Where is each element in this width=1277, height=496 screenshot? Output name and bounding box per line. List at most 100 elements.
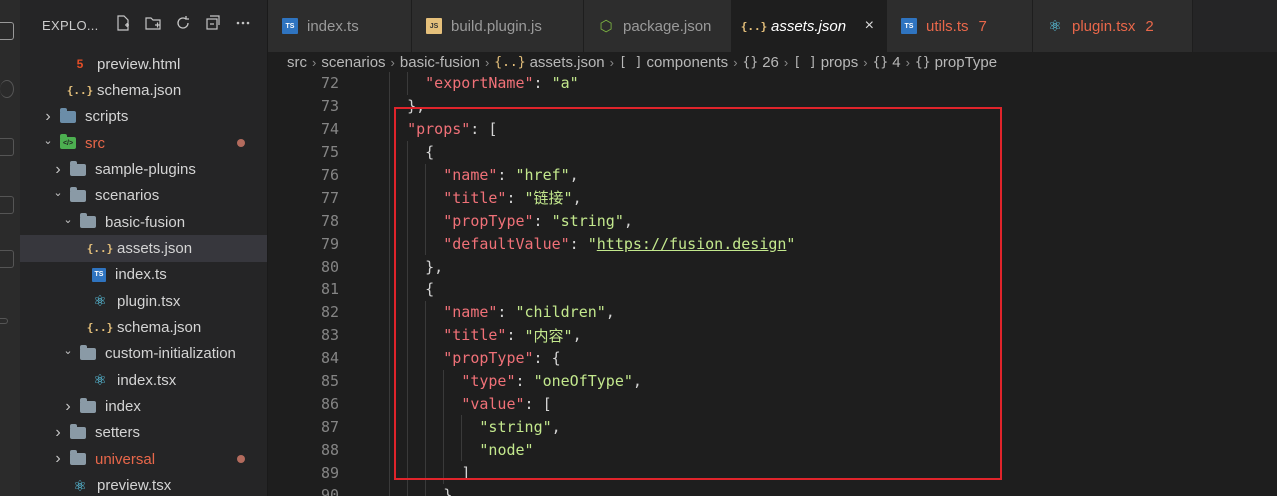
file-item[interactable]: {..} schema.json — [20, 77, 267, 103]
folder-item[interactable]: › sample-plugins — [20, 156, 267, 182]
chevron-right-icon[interactable]: › — [52, 424, 64, 442]
chevron-down-icon[interactable]: ⌄ — [42, 134, 54, 147]
code-line[interactable]: 85 "type": "oneOfType", — [268, 369, 1277, 393]
new-file-icon[interactable] — [114, 14, 132, 32]
file-label: scenarios — [95, 187, 160, 205]
code-line[interactable]: 74 "props": [ — [268, 117, 1277, 141]
file-item[interactable]: 5 preview.html — [20, 51, 267, 77]
breadcrumb-item[interactable]: props — [821, 54, 859, 71]
source-control-activity-icon[interactable] — [0, 138, 14, 156]
tab-index-ts[interactable]: TS index.ts — [268, 0, 412, 52]
code-line[interactable]: 87 "string", — [268, 415, 1277, 439]
code-line[interactable]: 90} — [268, 484, 1277, 496]
code-line[interactable]: 78 "propType": "string", — [268, 209, 1277, 233]
breadcrumb-item[interactable]: basic-fusion — [400, 54, 480, 71]
indent-guide — [389, 484, 390, 496]
indent-guide — [389, 72, 390, 95]
code-editor[interactable]: 72 "exportName": "a" 73}, 74 "props": [75{76… — [268, 72, 1277, 496]
file-item[interactable]: {..} assets.json — [20, 235, 267, 262]
folder-item[interactable]: ⌄ </> src — [20, 130, 267, 156]
file-item[interactable]: ⚛ index.tsx — [20, 367, 267, 393]
folder-icon — [80, 213, 96, 229]
folder-item[interactable]: ⌄ custom-initialization — [20, 341, 267, 367]
folder-item[interactable]: › setters — [20, 420, 267, 446]
code-line[interactable]: 88 "node" — [268, 438, 1277, 462]
tab-package-json[interactable]: ⬡ package.json — [584, 0, 732, 52]
breadcrumb-item[interactable]: assets.json — [530, 54, 605, 71]
code-token: : { — [533, 349, 561, 368]
indent-guide — [407, 300, 409, 324]
new-folder-icon[interactable] — [144, 14, 162, 32]
more-icon[interactable] — [234, 14, 252, 32]
code-line[interactable]: 77 "title": "链接", — [268, 186, 1277, 210]
chevron-right-icon[interactable]: › — [52, 450, 64, 468]
code-token: "exportName" — [425, 74, 534, 93]
line-number: 75 — [320, 143, 339, 162]
tab-assets-json[interactable]: {..} assets.json × — [732, 0, 887, 52]
code-line[interactable]: 75 { — [268, 140, 1277, 164]
tab-utils-ts[interactable]: TS utils.ts 7 — [887, 0, 1033, 52]
code-token: "propType" — [443, 349, 534, 368]
folder-item[interactable]: ⌄ basic-fusion — [20, 209, 267, 235]
breadcrumb-item[interactable]: scenarios — [321, 54, 385, 71]
file-item[interactable]: {..} schema.json — [20, 314, 267, 340]
activity-bar — [0, 0, 20, 496]
code-line[interactable]: 82 "name": "children", — [268, 300, 1277, 324]
file-label: plugin.tsx — [117, 292, 181, 310]
breadcrumb-item[interactable]: propType — [935, 54, 998, 71]
collapse-icon[interactable] — [204, 14, 222, 32]
remote-activity-icon[interactable] — [0, 318, 8, 324]
tab-plugin-tsx[interactable]: ⚛ plugin.tsx 2 — [1033, 0, 1193, 52]
indent-guide — [407, 438, 409, 462]
breadcrumb-item[interactable]: 4 — [892, 54, 900, 71]
chevron-down-icon[interactable]: ⌄ — [62, 213, 74, 226]
code-line[interactable]: 81 { — [268, 278, 1277, 301]
folder-icon — [70, 450, 86, 466]
code-text: "title": "链接", — [443, 186, 581, 209]
js-icon: JS — [426, 18, 442, 34]
code-token: "name" — [443, 303, 498, 322]
code-line[interactable]: 72 "exportName": "a" — [268, 72, 1277, 95]
code-line[interactable]: 80}, — [268, 255, 1277, 279]
chevron-right-icon[interactable]: › — [62, 398, 74, 416]
object-icon: {} — [742, 54, 759, 70]
folder-item[interactable]: ⌄ scenarios — [20, 183, 267, 209]
file-item[interactable]: ⚛ preview.tsx — [20, 473, 267, 496]
extensions-activity-icon[interactable] — [0, 250, 14, 268]
folder-item[interactable]: › index — [20, 393, 267, 419]
ts-icon: TS — [901, 18, 917, 34]
code-token: " — [587, 234, 597, 253]
code-text: "node" — [479, 438, 533, 461]
file-label: schema.json — [117, 319, 202, 337]
code-token: "string" — [551, 211, 624, 230]
breadcrumb-item[interactable]: src — [287, 54, 307, 71]
folder-item[interactable]: › universal — [20, 446, 267, 472]
chevron-right-icon[interactable]: › — [42, 108, 54, 126]
tab-build-plugin-js[interactable]: JS build.plugin.js — [412, 0, 584, 52]
breadcrumb-item[interactable]: 26 — [762, 54, 779, 71]
search-activity-icon[interactable] — [0, 80, 14, 98]
file-item[interactable]: TS index.ts — [20, 262, 267, 288]
chevron-down-icon[interactable]: ⌄ — [52, 186, 64, 199]
refresh-icon[interactable] — [174, 14, 192, 32]
code-line[interactable]: 86 "value": [ — [268, 392, 1277, 416]
file-item[interactable]: ⚛ plugin.tsx — [20, 288, 267, 314]
run-debug-activity-icon[interactable] — [0, 196, 14, 214]
close-icon[interactable]: × — [865, 17, 874, 35]
code-line[interactable]: 84 "propType": { — [268, 346, 1277, 370]
breadcrumb-item[interactable]: components — [646, 54, 728, 71]
chevron-down-icon[interactable]: ⌄ — [62, 344, 74, 357]
code-line[interactable]: 79 "defaultValue": " https://fusion.design… — [268, 232, 1277, 256]
code-line[interactable]: 89] — [268, 461, 1277, 485]
json-icon: {..} — [66, 84, 94, 98]
folder-scripts-icon — [60, 107, 76, 123]
code-token: }, — [407, 97, 426, 116]
code-line[interactable]: 76 "name": "href", — [268, 163, 1277, 187]
indent-guide — [389, 140, 390, 164]
code-line[interactable]: 73}, — [268, 94, 1277, 118]
chevron-right-icon[interactable]: › — [52, 161, 64, 179]
explorer-activity-icon[interactable] — [0, 22, 14, 40]
folder-item[interactable]: › scripts — [20, 104, 267, 130]
code-text: } — [443, 484, 452, 496]
code-line[interactable]: 83 "title": "内容", — [268, 323, 1277, 347]
